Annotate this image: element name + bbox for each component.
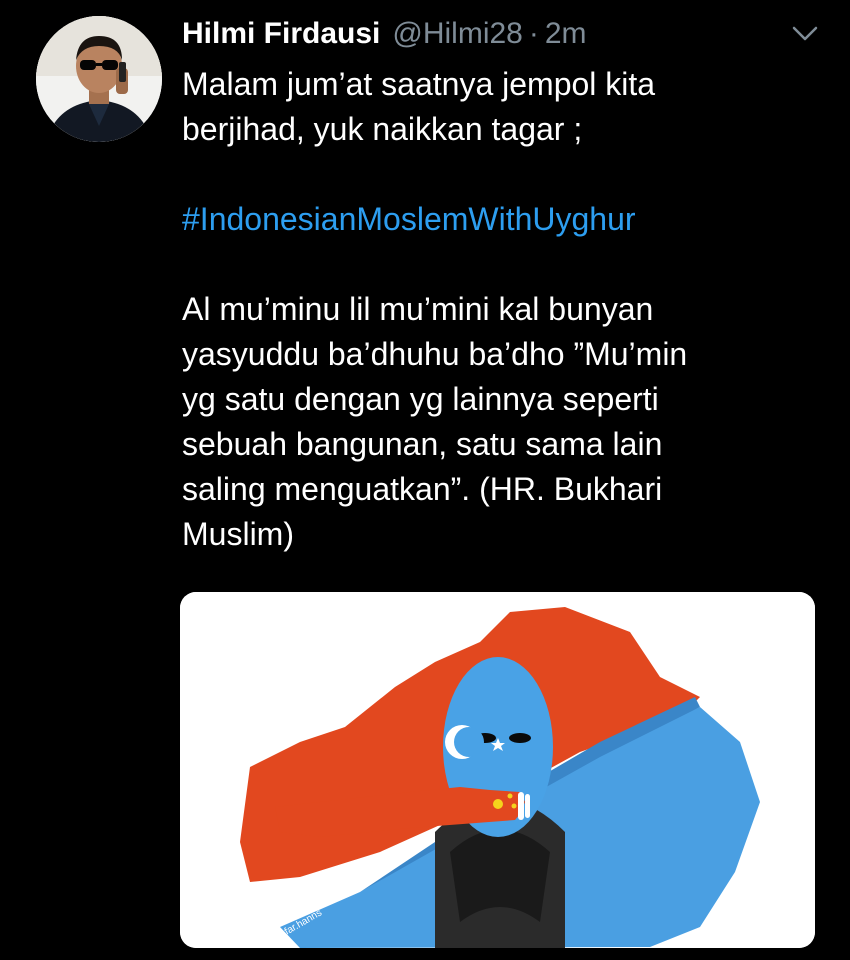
tweet-text-line: Malam jum’at saatnya jempol kita [182,66,656,102]
tweet-text-line: Al mu’minu lil mu’mini kal bunyan [182,291,654,327]
separator-dot: · [528,17,539,50]
author-handle[interactable]: @Hilmi28 [392,17,522,51]
hashtag-link[interactable]: #IndonesianMoslemWithUyghur [182,197,822,242]
tweet-text: Malam jum’at saatnya jempol kita berjiha… [182,62,822,557]
tweet-text-line: sebuah bangunan, satu sama lain [182,426,663,462]
tweet-header: Hilmi Firdausi @Hilmi28 · 2m [182,14,830,54]
tweet-text-line: berjihad, yuk naikkan tagar ; [182,111,583,147]
tweet-text-line: saling menguatkan”. (HR. Bukhari [182,471,663,507]
tweet-text-line: yg satu dengan yg lainnya seperti [182,381,659,417]
tweet-text-line: Muslim) [182,516,294,552]
author-name[interactable]: Hilmi Firdausi [182,17,380,51]
timestamp[interactable]: 2m [545,17,587,51]
map-illustration: @far.hanns [180,592,815,948]
tweet-media-image[interactable]: @far.hanns [180,592,815,948]
avatar[interactable] [36,16,162,142]
chevron-down-icon[interactable] [790,22,820,44]
tweet-text-line: yasyuddu ba’dhuhu ba’dho ”Mu’min [182,336,688,372]
avatar-image [36,16,162,142]
